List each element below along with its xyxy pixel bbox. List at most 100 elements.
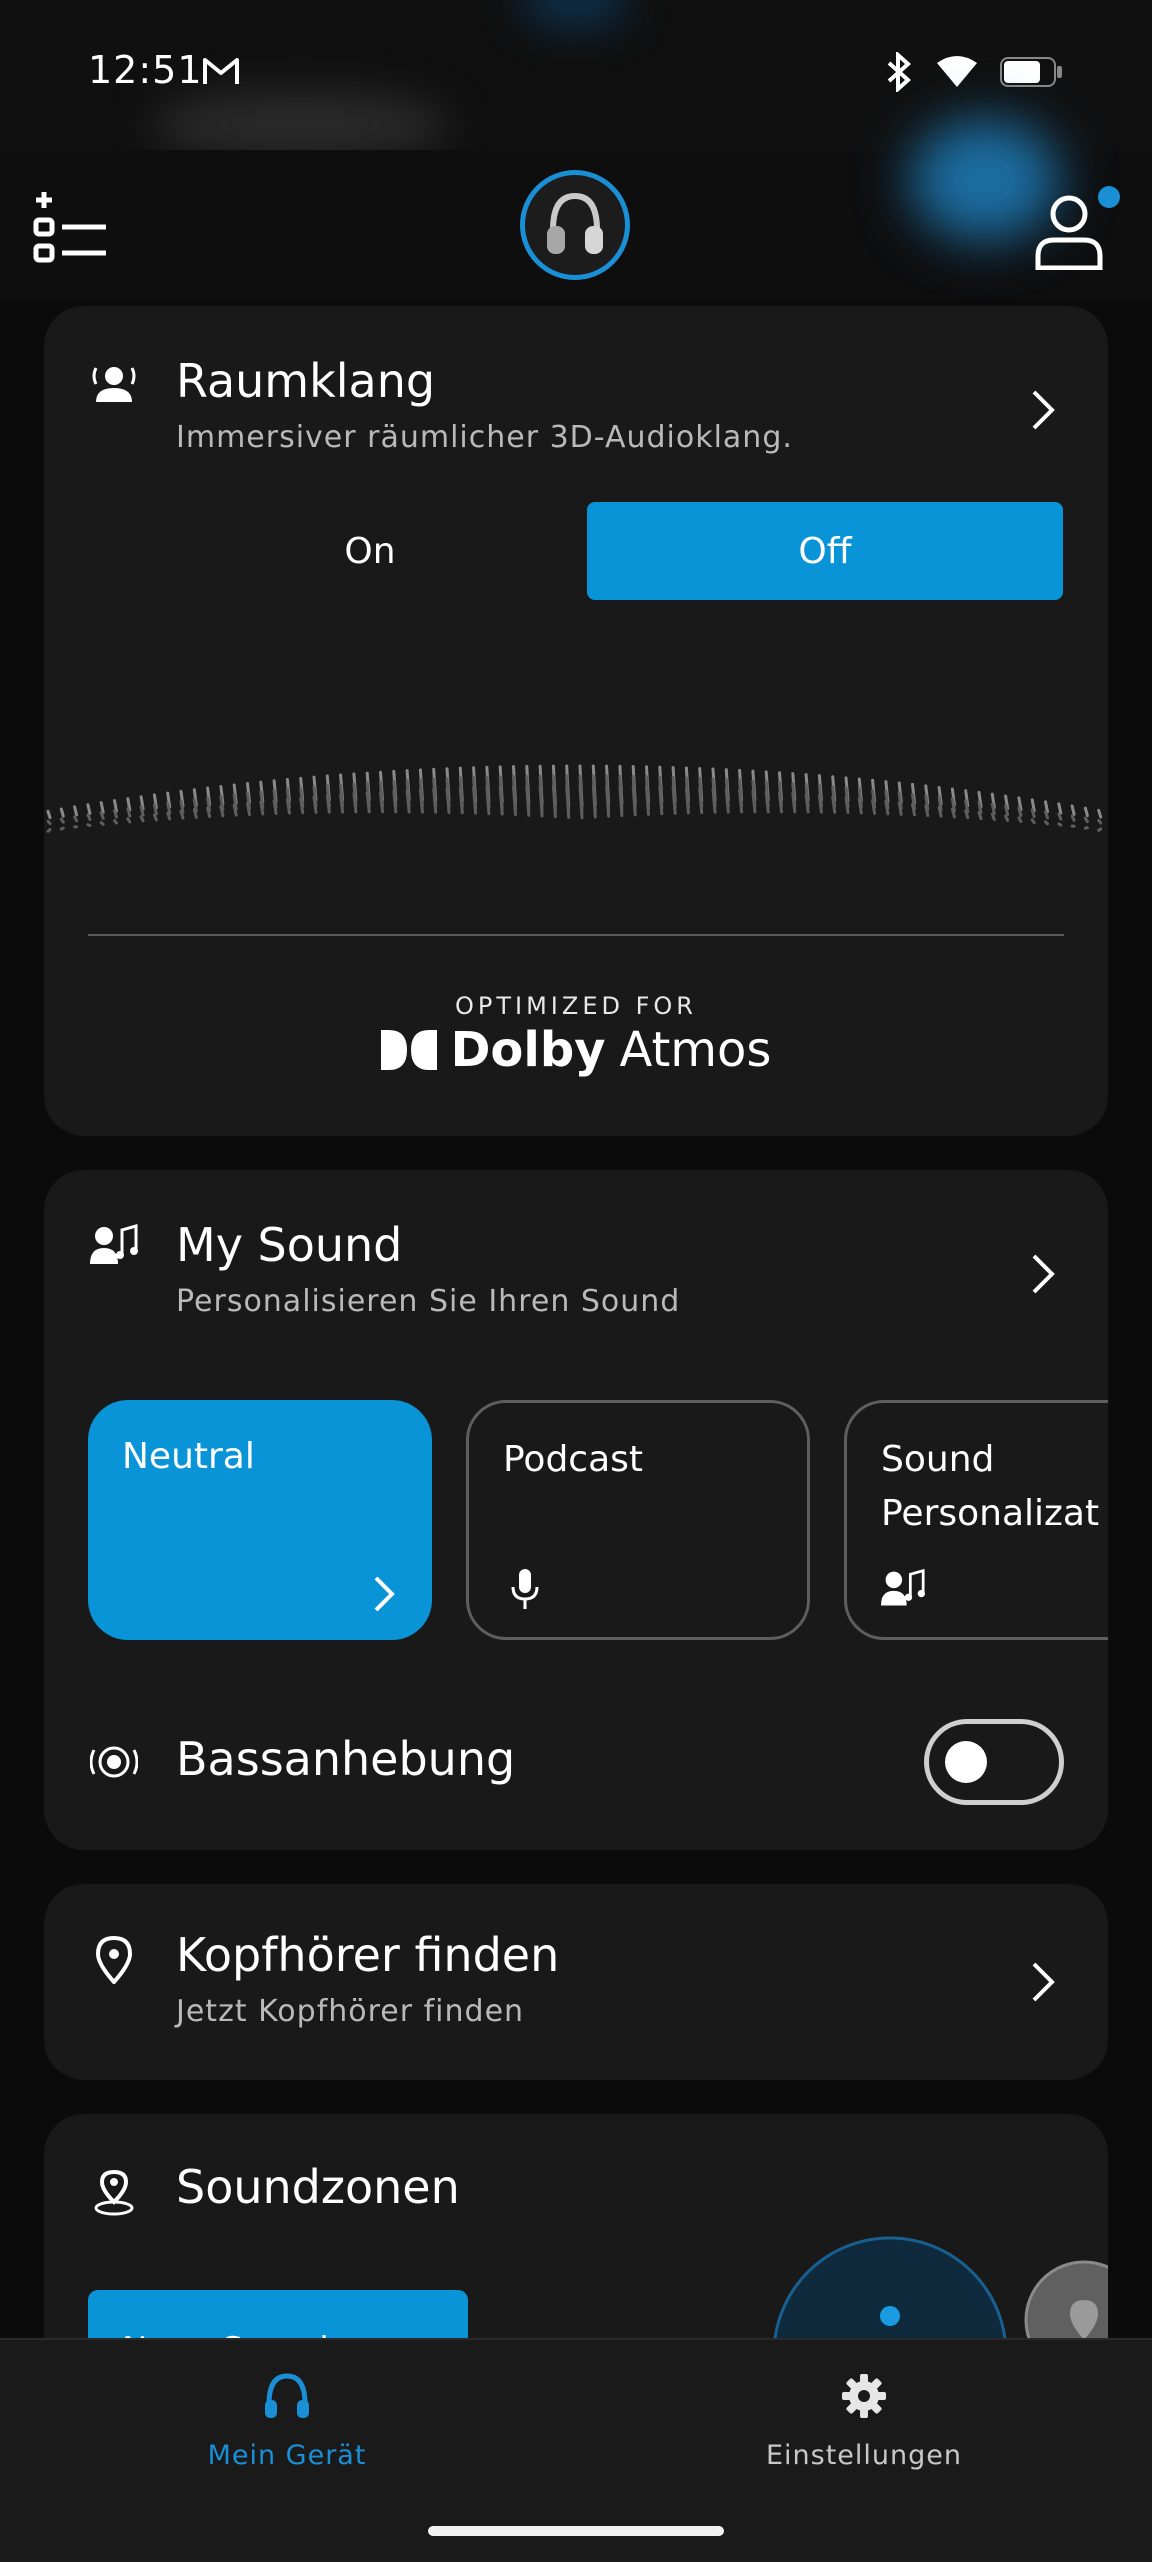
wave-stroke	[48, 821, 50, 823]
wave-stroke	[101, 813, 103, 819]
my-sound-card[interactable]: My Sound Personalisieren Sie Ihren Sound…	[44, 1170, 1108, 1850]
chevron-right-icon[interactable]	[1028, 1960, 1058, 2004]
wave-stroke	[1059, 824, 1061, 825]
wave-stroke	[274, 801, 276, 814]
dolby-atmos-logo: Dolby Atmos	[44, 1022, 1108, 1078]
wave-stroke	[740, 790, 742, 812]
wave-stroke	[1046, 822, 1048, 824]
wave-stroke	[154, 815, 156, 820]
wave-stroke	[1032, 820, 1034, 823]
divider	[88, 934, 1064, 936]
wave-stroke	[833, 797, 835, 813]
wave-stroke	[61, 819, 63, 822]
wave-stroke	[301, 798, 303, 812]
wave-stroke	[793, 794, 795, 812]
raumklang-card[interactable]: Raumklang Immersiver räumlicher 3D-Audio…	[44, 306, 1108, 1136]
wave-stroke	[713, 789, 715, 812]
wave-stroke	[88, 825, 90, 826]
wave-stroke	[1072, 816, 1074, 820]
wave-stroke	[128, 819, 130, 822]
wave-stroke	[753, 791, 755, 812]
wave-stroke	[780, 793, 782, 812]
wave-stroke	[248, 804, 250, 815]
preset-label: Neutral	[122, 1430, 255, 1484]
find-headphones-subtitle: Jetzt Kopfhörer finden	[176, 1994, 524, 2029]
wave-stroke	[88, 805, 90, 814]
wave-stroke	[261, 802, 263, 814]
wave-stroke	[194, 810, 196, 818]
wave-stroke	[873, 800, 875, 813]
wave-stroke	[141, 817, 143, 821]
wave-stroke	[899, 803, 901, 814]
wave-stroke	[593, 786, 595, 817]
wave-stroke	[660, 787, 662, 814]
nav-label: Mein Gerät	[137, 2440, 437, 2471]
wave-stroke	[846, 798, 848, 813]
wave-stroke	[61, 809, 63, 816]
bass-boost-toggle[interactable]	[924, 1719, 1064, 1805]
wave-stroke	[327, 796, 329, 812]
app-header	[0, 150, 1152, 300]
wave-stroke	[1046, 812, 1048, 818]
wave-stroke	[1019, 808, 1021, 816]
wave-stroke	[447, 789, 449, 813]
wave-stroke	[341, 795, 343, 812]
wave-stroke	[181, 811, 183, 818]
device-avatar[interactable]	[520, 170, 630, 280]
preset-podcast[interactable]: Podcast	[466, 1400, 810, 1640]
chevron-right-icon[interactable]	[1028, 388, 1058, 432]
wave-stroke	[141, 807, 143, 815]
wave-stroke	[434, 789, 436, 812]
wave-stroke	[128, 809, 130, 816]
wave-stroke	[966, 811, 968, 818]
dolby-double-d-icon	[381, 1030, 437, 1070]
wave-stroke	[420, 790, 422, 812]
wave-stroke	[540, 786, 542, 816]
preset-neutral[interactable]: Neutral	[88, 1400, 432, 1640]
soundzones-title: Soundzonen	[176, 2160, 460, 2214]
wave-stroke	[979, 812, 981, 818]
wave-stroke	[75, 807, 77, 815]
raumklang-on-button[interactable]: On	[132, 502, 608, 600]
wave-stroke	[806, 795, 808, 812]
add-list-icon[interactable]	[32, 190, 112, 270]
raumklang-off-button[interactable]: Off	[587, 502, 1063, 600]
spatial-wave-graphic	[44, 726, 1108, 876]
wave-stroke	[1099, 820, 1101, 823]
wave-stroke	[1059, 804, 1061, 813]
wave-stroke	[61, 828, 63, 829]
profile-icon[interactable]	[1034, 190, 1104, 270]
wave-stroke	[234, 805, 236, 815]
bluetooth-icon	[884, 52, 914, 92]
wave-stroke	[115, 821, 117, 824]
wave-stroke	[1072, 806, 1074, 814]
nav-settings[interactable]: Einstellungen	[714, 2370, 1014, 2471]
wave-stroke	[115, 811, 117, 818]
wave-stroke	[859, 799, 861, 813]
wave-stroke	[766, 792, 768, 812]
wave-stroke	[101, 823, 103, 825]
preset-sound-personalization[interactable]: Sound Personalizat	[844, 1400, 1108, 1640]
wave-stroke	[88, 815, 90, 820]
wave-stroke	[208, 808, 210, 816]
wave-stroke	[527, 786, 529, 815]
wave-stroke	[620, 786, 622, 815]
bass-boost-icon	[90, 1738, 138, 1786]
wave-stroke	[700, 788, 702, 812]
wave-stroke	[1006, 816, 1008, 821]
chevron-right-icon	[372, 1574, 398, 1614]
raumklang-title: Raumklang	[176, 354, 435, 408]
find-headphones-card[interactable]: Kopfhörer finden Jetzt Kopfhörer finden	[44, 1884, 1108, 2080]
wave-stroke	[354, 794, 356, 812]
dolby-word: Dolby	[451, 1022, 606, 1078]
bass-boost-label: Bassanhebung	[176, 1732, 515, 1786]
preset-label: Podcast	[503, 1433, 643, 1487]
wave-stroke	[913, 804, 915, 814]
wave-stroke	[886, 802, 888, 814]
background-glow	[520, 0, 630, 30]
raumklang-subtitle: Immersiver räumlicher 3D-Audioklang.	[176, 420, 793, 455]
wave-stroke	[633, 787, 635, 815]
wave-stroke	[514, 787, 516, 815]
wave-stroke	[394, 791, 396, 811]
nav-my-device[interactable]: Mein Gerät	[137, 2370, 437, 2471]
